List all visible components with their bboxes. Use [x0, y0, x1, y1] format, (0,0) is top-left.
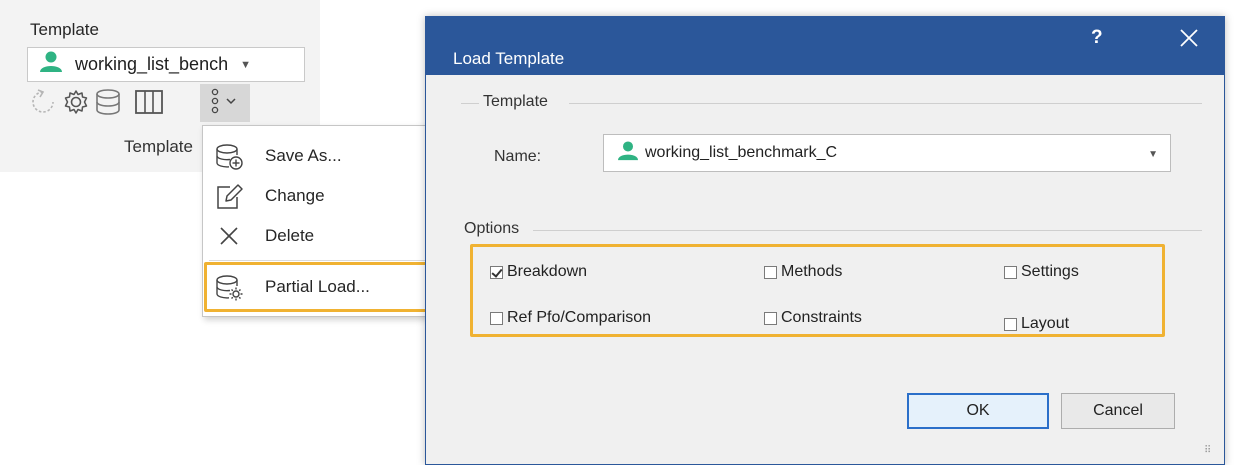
- user-icon: [39, 51, 63, 78]
- name-label: Name:: [494, 148, 542, 165]
- option-ref-pfo-comparison[interactable]: Ref Pfo/Comparison: [490, 309, 651, 327]
- group-divider: [569, 103, 1202, 104]
- options-group-label: Options: [464, 220, 520, 237]
- checkbox[interactable]: [490, 311, 503, 325]
- ribbon-group-caption: Template: [124, 137, 193, 156]
- more-options-button[interactable]: [200, 84, 250, 122]
- menu-item-change[interactable]: Change: [203, 176, 441, 216]
- help-button[interactable]: ?: [1091, 27, 1103, 49]
- dialog-titlebar: Load Template ?: [426, 17, 1224, 75]
- database-add-icon: [215, 143, 243, 170]
- option-constraints[interactable]: Constraints: [764, 309, 862, 327]
- menu-item-label: Delete: [265, 226, 315, 245]
- template-name-combobox[interactable]: working_list_benchmark_C ▼: [603, 134, 1171, 172]
- cancel-button[interactable]: Cancel: [1061, 393, 1175, 429]
- ok-button[interactable]: OK: [907, 393, 1049, 429]
- checkbox[interactable]: [764, 311, 777, 325]
- template-select[interactable]: working_list_bench ▼: [27, 47, 305, 82]
- checkbox[interactable]: [1004, 317, 1017, 331]
- chevron-down-icon: ▼: [1148, 149, 1158, 160]
- menu-item-delete[interactable]: Delete: [203, 216, 441, 256]
- menu-item-save-as[interactable]: Save As...: [203, 136, 441, 176]
- close-icon: [215, 223, 243, 249]
- template-group-label: Template: [483, 93, 548, 110]
- option-label: Ref Pfo/Comparison: [507, 309, 652, 326]
- ribbon-title: Template: [30, 20, 99, 39]
- option-label: Methods: [781, 263, 843, 280]
- partial-load-highlight: [204, 262, 442, 312]
- option-label: Breakdown: [507, 263, 588, 280]
- template-select-value: working_list_bench: [75, 54, 229, 74]
- menu-item-label: Save As...: [265, 146, 342, 165]
- option-label: Constraints: [781, 309, 862, 326]
- checkbox[interactable]: [1004, 265, 1017, 279]
- checkbox-checked[interactable]: [490, 265, 503, 279]
- gear-icon[interactable]: [62, 88, 90, 121]
- dialog-title: Load Template: [453, 49, 565, 68]
- checkbox[interactable]: [764, 265, 777, 279]
- edit-icon: [215, 183, 243, 209]
- option-breakdown[interactable]: Breakdown: [490, 263, 587, 281]
- menu-divider: [209, 260, 437, 261]
- close-icon[interactable]: [1178, 27, 1200, 49]
- template-name-value: working_list_benchmark_C: [645, 144, 838, 161]
- option-label: Layout: [1021, 315, 1070, 332]
- reload-icon[interactable]: [30, 88, 56, 121]
- option-methods[interactable]: Methods: [764, 263, 842, 281]
- option-layout[interactable]: Layout: [1004, 315, 1069, 333]
- option-label: Settings: [1021, 263, 1079, 280]
- database-icon[interactable]: [94, 88, 122, 121]
- columns-icon[interactable]: [134, 88, 164, 121]
- chevron-down-icon: ▼: [240, 58, 251, 71]
- load-template-dialog: Load Template ? Template Name: working_l…: [425, 16, 1225, 465]
- user-icon: [617, 140, 639, 166]
- option-settings[interactable]: Settings: [1004, 263, 1079, 281]
- menu-item-label: Change: [265, 186, 325, 205]
- group-divider: [533, 230, 1202, 231]
- group-divider: [461, 103, 479, 104]
- resize-grip-icon[interactable]: ⠿: [1204, 445, 1211, 456]
